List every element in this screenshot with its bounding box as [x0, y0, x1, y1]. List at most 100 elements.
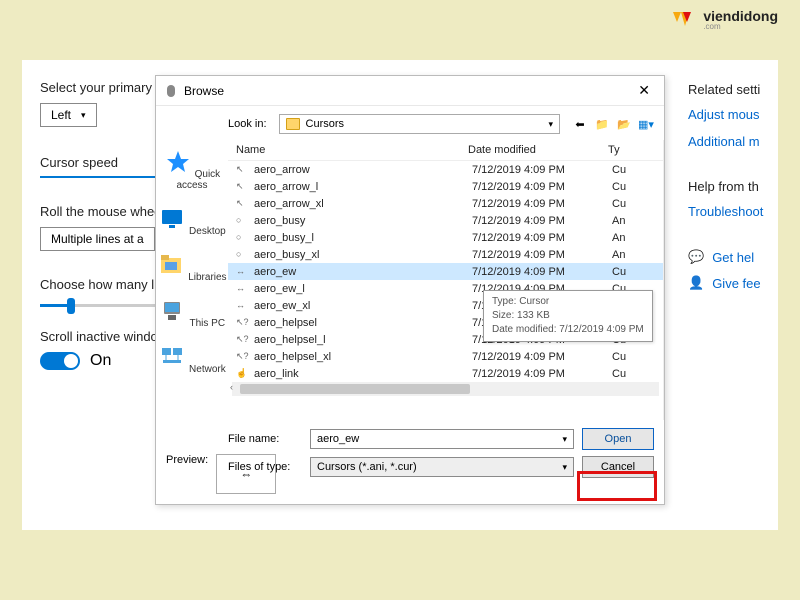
network-place[interactable]: Network	[156, 341, 228, 383]
libraries-icon	[157, 253, 185, 277]
places-bar: Quick access Desktop Libraries This PC N…	[156, 140, 228, 420]
file-date: 7/12/2019 4:09 PM	[472, 249, 612, 261]
adjust-mouse-link[interactable]: Adjust mous	[688, 107, 778, 122]
desktop-place[interactable]: Desktop	[156, 203, 228, 245]
file-name: aero_helpsel	[254, 317, 472, 329]
file-name: aero_busy_l	[254, 232, 472, 244]
quick-access-place[interactable]: Quick access	[156, 146, 228, 199]
type-header[interactable]: Ty	[608, 144, 663, 156]
preview-box: ⇔	[216, 454, 276, 494]
get-help-link[interactable]: Get hel	[712, 250, 754, 265]
chat-icon: 💬	[688, 249, 704, 265]
file-name: aero_link	[254, 368, 472, 380]
thispc-place[interactable]: This PC	[156, 295, 228, 337]
file-row[interactable]: ○ aero_busy_l7/12/2019 4:09 PMAn	[228, 229, 663, 246]
cursor-file-icon: ○	[236, 232, 250, 244]
file-row[interactable]: ↖ aero_arrow_l7/12/2019 4:09 PMCu	[228, 178, 663, 195]
file-name: aero_arrow	[254, 164, 472, 176]
view-menu-icon[interactable]: ▦▾	[638, 116, 654, 132]
mouse-icon	[164, 84, 178, 98]
give-feedback-link[interactable]: Give fee	[712, 276, 760, 291]
file-row[interactable]: ☝aero_link7/12/2019 4:09 PMCu	[228, 365, 663, 382]
file-row[interactable]: ○aero_busy_xl7/12/2019 4:09 PMAn	[228, 246, 663, 263]
scrollbar-thumb[interactable]	[240, 384, 470, 394]
cancel-button[interactable]: Cancel	[582, 456, 654, 478]
cursor-file-icon: ↔	[236, 283, 250, 295]
libraries-label: Libraries	[188, 272, 226, 283]
libraries-place[interactable]: Libraries	[156, 249, 228, 291]
file-type: Cu	[612, 181, 663, 193]
column-headers[interactable]: Name Date modified Ty	[228, 140, 663, 161]
feedback-icon: 👤	[688, 275, 704, 291]
additional-mouse-link[interactable]: Additional m	[688, 134, 778, 149]
file-date: 7/12/2019 4:09 PM	[472, 215, 612, 227]
troubleshoot-link[interactable]: Troubleshoot	[688, 204, 778, 219]
name-header[interactable]: Name	[228, 144, 468, 156]
brand-logo: viendidong .com	[673, 8, 778, 31]
file-date: 7/12/2019 4:09 PM	[472, 198, 612, 210]
network-icon	[158, 345, 186, 369]
file-type: Cu	[612, 351, 663, 363]
chevron-down-icon: ▾	[548, 119, 553, 130]
close-button[interactable]: ✕	[632, 82, 656, 99]
dialog-titlebar[interactable]: Browse ✕	[156, 76, 664, 106]
cursor-file-icon: ☝	[236, 368, 250, 380]
file-type: Cu	[612, 266, 663, 278]
open-button[interactable]: Open	[582, 428, 654, 450]
preview-label: Preview:	[166, 454, 208, 466]
file-row[interactable]: ↖? aero_helpsel_xl7/12/2019 4:09 PMCu	[228, 348, 663, 365]
file-type: An	[612, 215, 663, 227]
up-folder-icon[interactable]: 📁	[594, 116, 610, 132]
file-type: An	[612, 232, 663, 244]
file-name: aero_helpsel_xl	[254, 351, 472, 363]
tooltip-date: Date modified: 7/12/2019 4:09 PM	[492, 323, 644, 337]
new-folder-icon[interactable]: 📂	[616, 116, 632, 132]
back-icon[interactable]: ⬅	[572, 116, 588, 132]
lookin-value: Cursors	[306, 118, 345, 130]
file-type: Cu	[612, 164, 663, 176]
file-date: 7/12/2019 4:09 PM	[472, 181, 612, 193]
filename-value: aero_ew	[317, 433, 359, 445]
preview-cursor-icon: ⇔	[240, 467, 252, 481]
file-date: 7/12/2019 4:09 PM	[472, 351, 612, 363]
filename-input[interactable]: aero_ew ▾	[310, 429, 574, 449]
primary-button-value: Left	[51, 108, 71, 122]
date-header[interactable]: Date modified	[468, 144, 608, 156]
filename-label: File name:	[228, 433, 302, 445]
file-name: aero_ew	[254, 266, 472, 278]
browse-dialog: Browse ✕ Look in: Cursors ▾ ⬅ 📁 📂 ▦▾ Qui…	[155, 75, 665, 505]
star-icon	[164, 150, 192, 174]
scroll-inactive-toggle[interactable]	[40, 352, 80, 370]
file-list[interactable]: Name Date modified Ty ↖aero_arrow7/12/20…	[228, 140, 664, 420]
file-date: 7/12/2019 4:09 PM	[472, 232, 612, 244]
cursor-file-icon: ↖?	[236, 351, 250, 363]
file-date: 7/12/2019 4:09 PM	[472, 164, 612, 176]
chevron-down-icon: ▾	[562, 462, 567, 473]
dialog-title: Browse	[184, 84, 632, 98]
folder-icon	[286, 118, 300, 130]
lookin-dropdown[interactable]: Cursors ▾	[279, 114, 560, 134]
cursor-file-icon: ↔	[236, 266, 250, 278]
related-settings-header: Related setti	[688, 82, 778, 97]
horizontal-scrollbar[interactable]: ‹	[232, 382, 659, 396]
mouse-wheel-select[interactable]: Multiple lines at a	[40, 227, 155, 251]
file-type: Cu	[612, 198, 663, 210]
cursor-file-icon: ↖	[236, 198, 250, 210]
lookin-label: Look in:	[228, 118, 267, 130]
cursor-file-icon: ↖	[236, 181, 250, 193]
filetype-value: Cursors (*.ani, *.cur)	[317, 461, 417, 473]
file-row[interactable]: ○aero_busy7/12/2019 4:09 PMAn	[228, 212, 663, 229]
file-name: aero_arrow_l	[254, 181, 472, 193]
file-row[interactable]: ↖aero_arrow7/12/2019 4:09 PMCu	[228, 161, 663, 178]
file-date: 7/12/2019 4:09 PM	[472, 266, 612, 278]
file-name: aero_ew_xl	[254, 300, 472, 312]
file-row[interactable]: ↖aero_arrow_xl7/12/2019 4:09 PMCu	[228, 195, 663, 212]
file-name: aero_busy	[254, 215, 472, 227]
network-label: Network	[189, 364, 226, 375]
toggle-state: On	[90, 352, 111, 370]
file-row[interactable]: ↔ aero_ew7/12/2019 4:09 PMCu	[228, 263, 663, 280]
primary-button-select[interactable]: Left ▾	[40, 103, 97, 127]
filetype-dropdown[interactable]: Cursors (*.ani, *.cur) ▾	[310, 457, 574, 477]
scroll-left-icon[interactable]: ‹	[230, 382, 233, 392]
logo-icon	[673, 12, 697, 28]
